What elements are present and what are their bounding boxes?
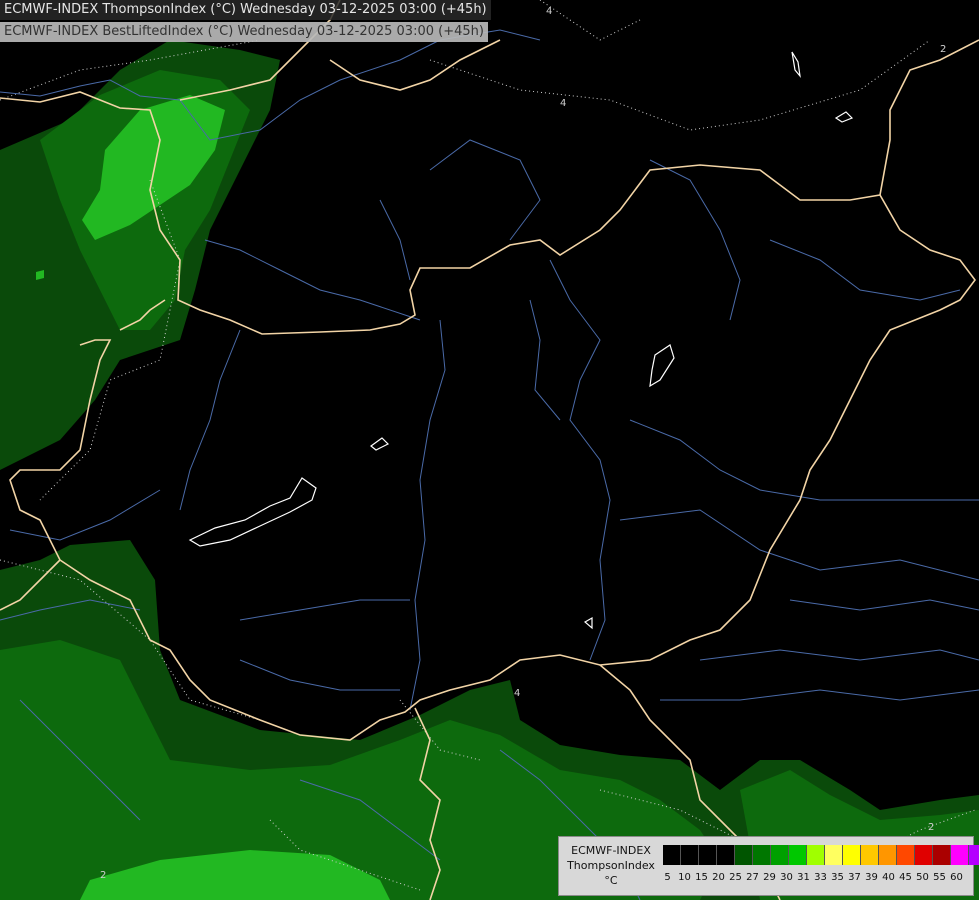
legend-tick-label: 60 <box>950 872 963 883</box>
legend-swatch <box>951 845 969 865</box>
legend-swatch <box>663 845 681 865</box>
weather-map: 4 4 4 2 2 2 <box>0 0 979 900</box>
legend-parameter: ThompsonIndex <box>567 859 655 872</box>
legend-swatch <box>897 845 915 865</box>
legend-swatch <box>879 845 897 865</box>
legend-swatch <box>843 845 861 865</box>
legend-swatch <box>717 845 735 865</box>
legend-unit: °C <box>604 874 618 887</box>
legend-swatch <box>969 845 979 865</box>
legend-swatches <box>663 845 979 865</box>
color-legend: ECMWF-INDEX ThompsonIndex °C 5 10 15 20 25 27… <box>558 836 979 896</box>
legend-swatch <box>915 845 933 865</box>
contour-label: 2 <box>100 870 106 881</box>
contour-label: 4 <box>546 6 552 17</box>
legend-swatch <box>699 845 717 865</box>
legend-caption: ECMWF-INDEX ThompsonIndex °C <box>561 843 661 888</box>
legend-swatch <box>825 845 843 865</box>
legend-ticks: 5 10 15 20 25 27 29 30 31 33 35 37 39 40 45 50 55 60 <box>663 872 969 884</box>
map-title-primary: ECMWF-INDEX ThompsonIndex (°C) Wednesday… <box>0 0 491 20</box>
legend-swatch <box>771 845 789 865</box>
legend-swatch <box>807 845 825 865</box>
legend-swatch <box>735 845 753 865</box>
contour-label: 4 <box>560 98 566 109</box>
legend-swatch <box>933 845 951 865</box>
legend-swatch <box>789 845 807 865</box>
contour-label: 2 <box>928 822 934 833</box>
contour-label: 2 <box>940 44 946 55</box>
legend-swatch <box>753 845 771 865</box>
legend-swatch <box>681 845 699 865</box>
map-title-secondary: ECMWF-INDEX BestLiftedIndex (°C) Wednesd… <box>0 22 488 42</box>
contour-label: 4 <box>514 688 520 699</box>
legend-swatch <box>861 845 879 865</box>
legend-model: ECMWF-INDEX <box>571 844 651 857</box>
